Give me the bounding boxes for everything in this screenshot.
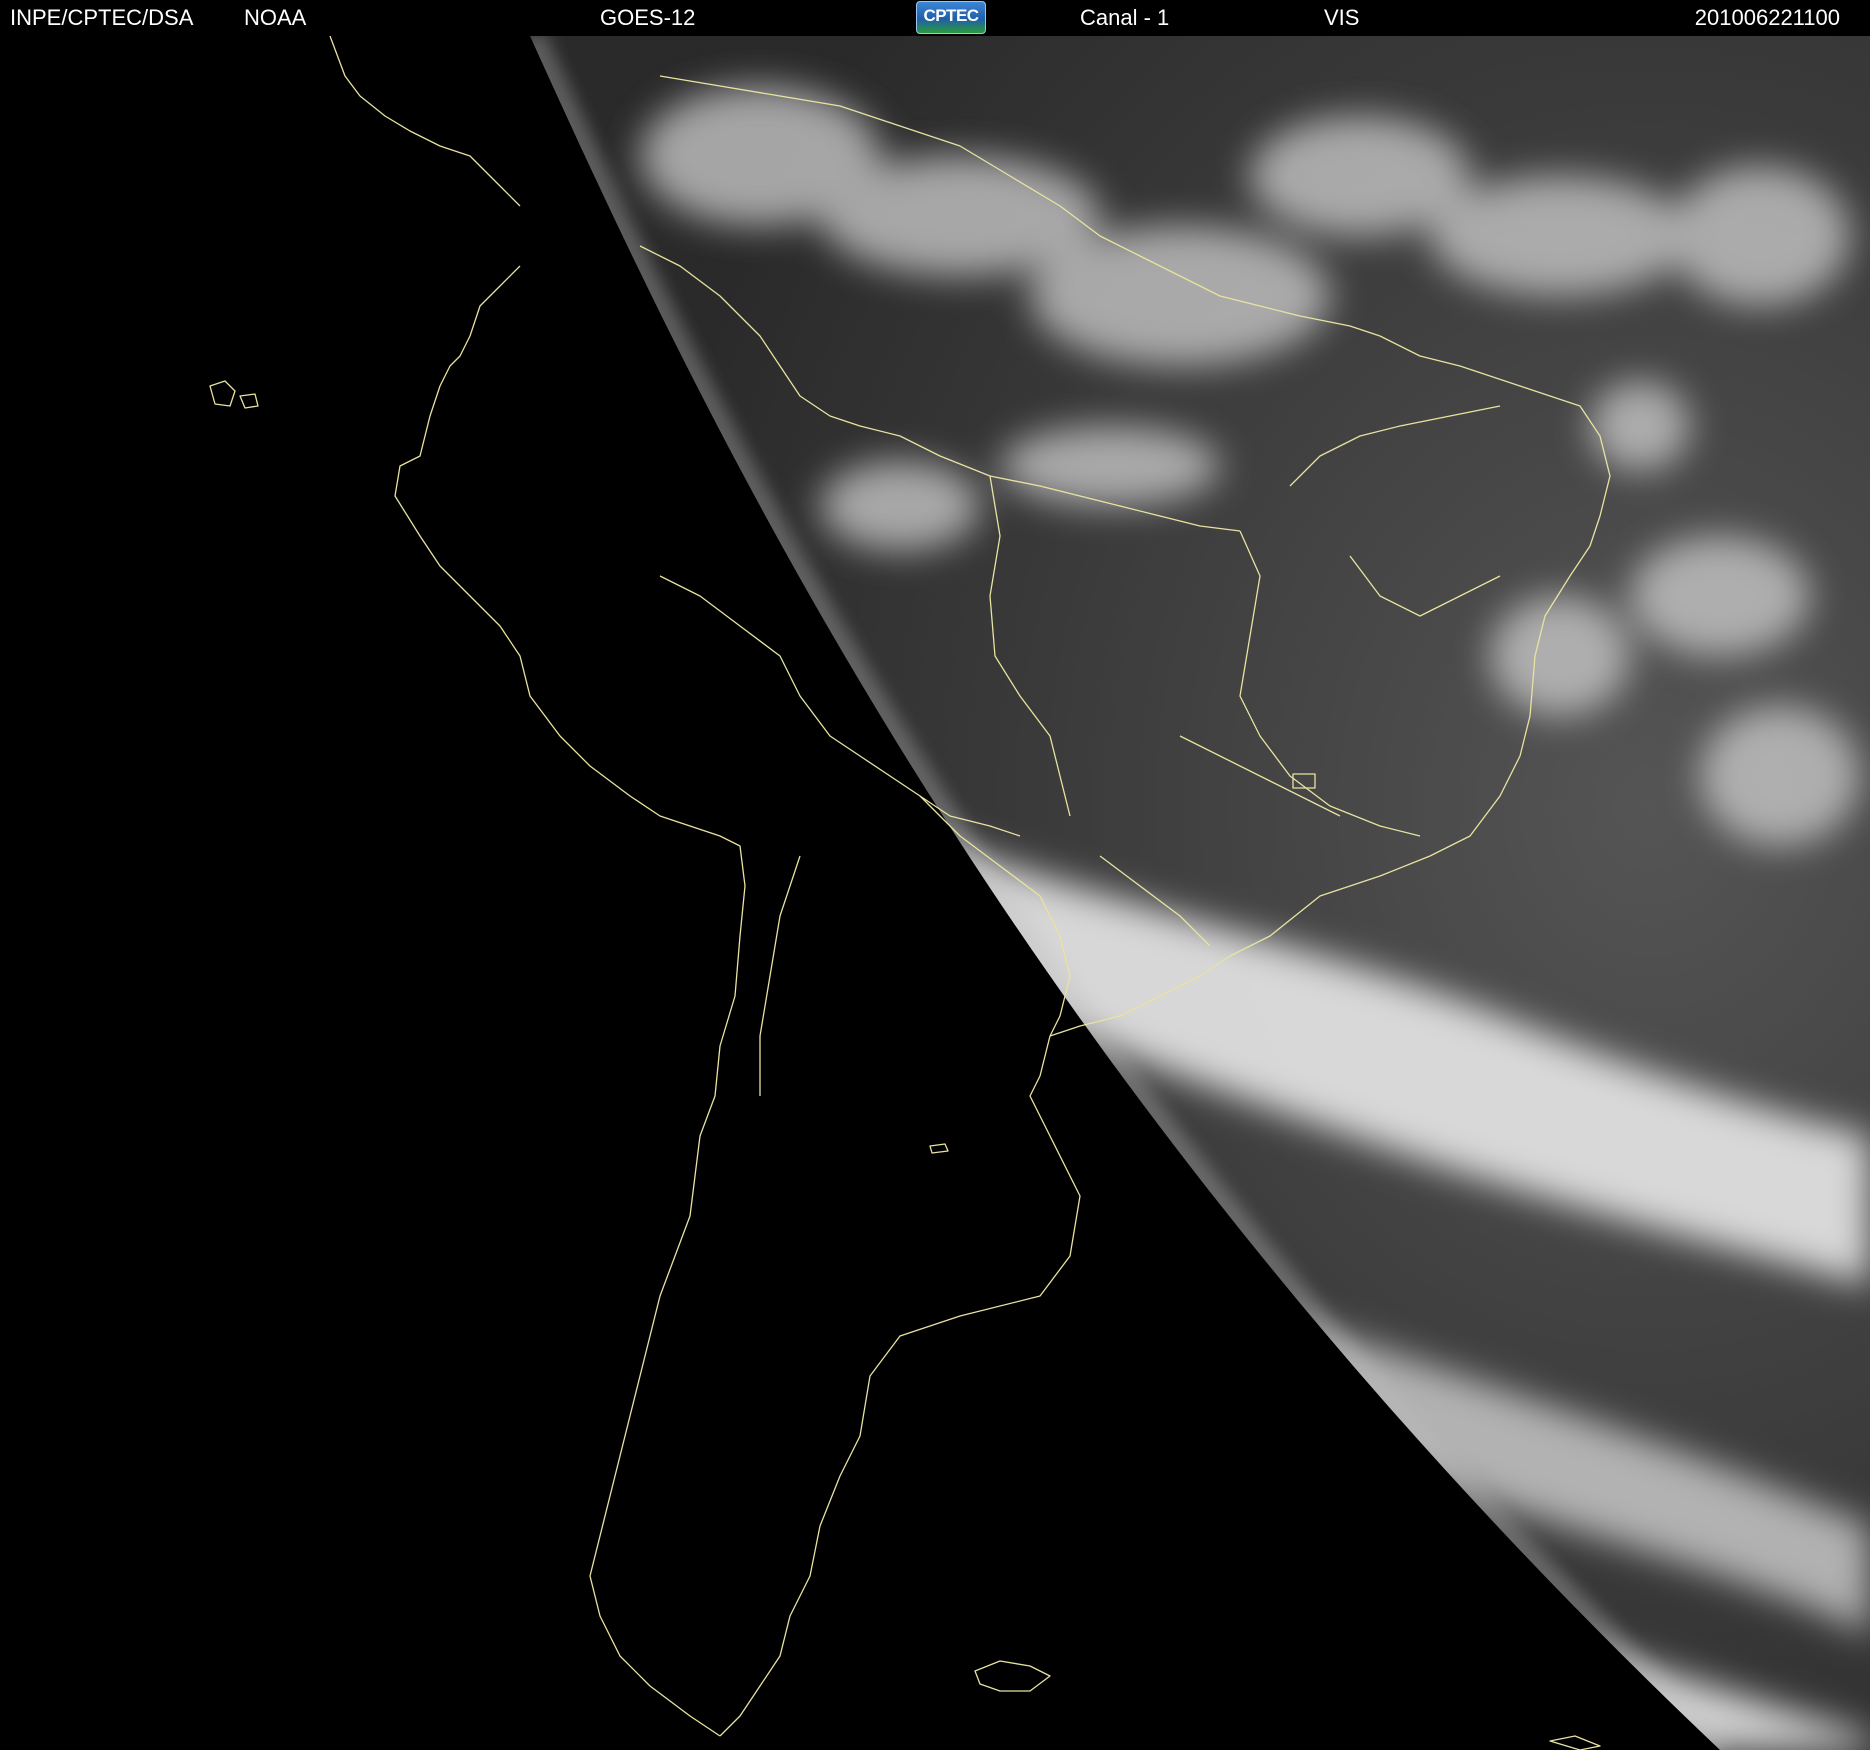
logo-text: CPTEC	[923, 6, 979, 25]
channel-label: Canal - 1	[1080, 5, 1170, 30]
image-header-bar: INPE/CPTEC/DSA NOAA GOES-12 CPTEC Canal …	[0, 0, 1870, 37]
band-label: VIS	[1324, 5, 1360, 30]
satellite-image-canvas	[0, 36, 1870, 1750]
satellite-image	[0, 36, 1870, 1750]
agency-label: NOAA	[244, 5, 307, 30]
satellite-label: GOES-12	[600, 5, 696, 30]
timestamp-label: 201006221100	[1694, 5, 1840, 30]
organization-label: INPE/CPTEC/DSA	[10, 5, 194, 30]
cptec-logo: CPTEC	[916, 1, 986, 34]
